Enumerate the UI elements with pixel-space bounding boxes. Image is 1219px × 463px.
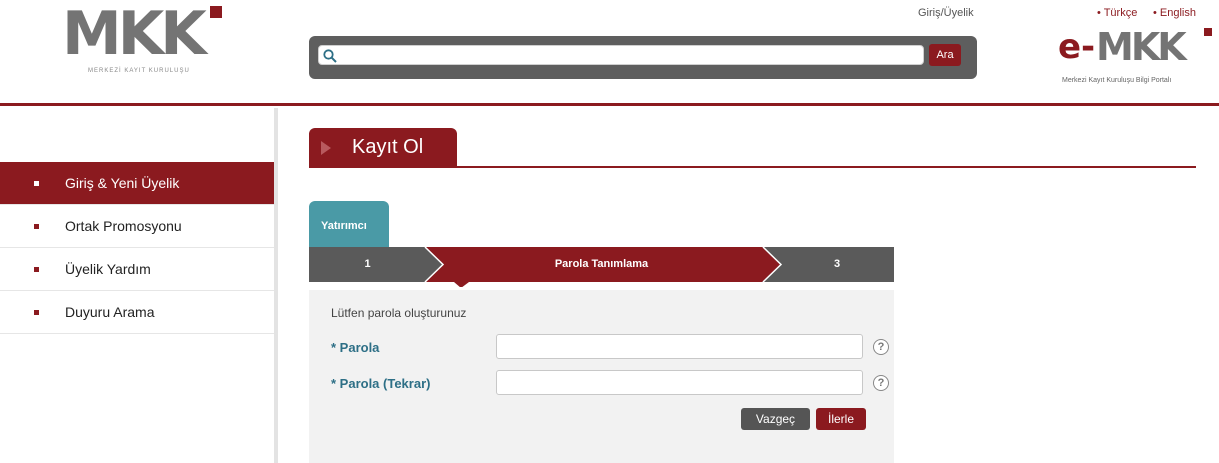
password-form: Lütfen parola oluşturunuz * Parola ? * P… (309, 290, 894, 463)
mkk-logo[interactable]: MKK MERKEZİ KAYIT KURULUŞU (62, 2, 227, 102)
sidebar-divider (274, 108, 278, 463)
search-bar: Ara (309, 36, 977, 79)
password-label: * Parola (331, 340, 380, 355)
sidebar-menu: Giriş & Yeni Üyelik Ortak Promosyonu Üye… (0, 162, 274, 334)
play-arrow-icon (321, 141, 331, 155)
sidebar-item-label: Duyuru Arama (65, 304, 155, 320)
title-divider (309, 166, 1196, 168)
tab-investor[interactable]: Yatırımcı (309, 201, 389, 247)
search-icon (323, 49, 337, 63)
step-1: 1 (364, 258, 371, 270)
search-input[interactable] (318, 45, 924, 65)
password-repeat-label: * Parola (Tekrar) (331, 376, 431, 391)
sidebar-item-label: Üyelik Yardım (65, 261, 151, 277)
header-divider (0, 103, 1219, 106)
step-progress: 1 Parola Tanımlama 3 (309, 247, 894, 287)
emkk-logo-prefix: e- (1058, 27, 1096, 67)
login-register-link[interactable]: Giriş/Üyelik (918, 7, 974, 19)
bullet-icon (34, 266, 39, 272)
form-instruction: Lütfen parola oluşturunuz (331, 306, 467, 320)
page-title: Kayıt Ol (352, 136, 424, 158)
emkk-logo-subtitle: Merkezi Kayıt Kuruluşu Bilgi Portalı (1062, 77, 1172, 84)
search-button[interactable]: Ara (929, 44, 961, 66)
step-2-password-definition: Parola Tanımlama (554, 258, 649, 270)
password-field[interactable] (496, 334, 863, 359)
sidebar-item-partner-promotion[interactable]: Ortak Promosyonu (0, 205, 274, 248)
bullet-icon (34, 223, 39, 229)
help-icon[interactable]: ? (873, 375, 889, 391)
password-repeat-field[interactable] (496, 370, 863, 395)
emkk-logo[interactable]: e- MKK Merkezi Kayıt Kuruluşu Bilgi Port… (1058, 28, 1214, 92)
mkk-logo-letters: MKK (62, 0, 207, 69)
sidebar-item-membership-help[interactable]: Üyelik Yardım (0, 248, 274, 291)
language-english-link[interactable]: • English (1153, 7, 1196, 19)
cancel-button[interactable]: Vazgeç (741, 408, 810, 430)
next-button[interactable]: İlerle (816, 408, 866, 430)
logo-square-icon (210, 6, 222, 18)
bullet-icon (34, 180, 39, 186)
mkk-logo-subtitle: MERKEZİ KAYIT KURULUŞU (88, 68, 190, 74)
logo-square-icon (1204, 28, 1212, 36)
sidebar-item-label: Ortak Promosyonu (65, 218, 182, 234)
bullet-icon (34, 309, 39, 315)
help-icon[interactable]: ? (873, 339, 889, 355)
sidebar-item-login-new-membership[interactable]: Giriş & Yeni Üyelik (0, 162, 274, 205)
language-turkish-link[interactable]: • Türkçe (1097, 7, 1137, 19)
sidebar-item-label: Giriş & Yeni Üyelik (65, 175, 180, 191)
page-title-tab: Kayıt Ol (309, 128, 457, 168)
sidebar-item-announcement-search[interactable]: Duyuru Arama (0, 291, 274, 334)
emkk-logo-letters: MKK (1096, 25, 1187, 69)
step-3: 3 (833, 258, 841, 270)
